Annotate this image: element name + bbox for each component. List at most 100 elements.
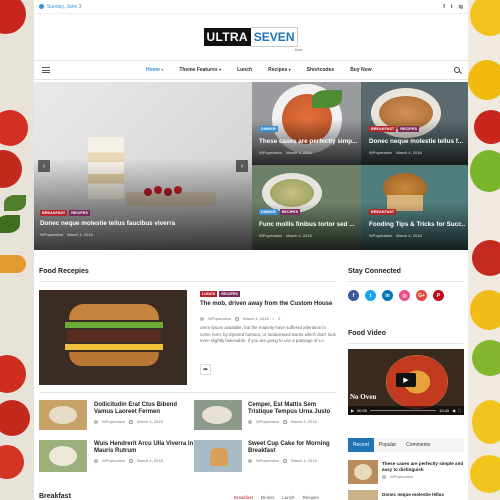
nav-item-buy-now[interactable]: Buy Now bbox=[342, 67, 379, 73]
nav-item-lunch[interactable]: Lunch bbox=[229, 67, 260, 73]
chevron-down-icon: ▾ bbox=[219, 67, 222, 72]
post-author[interactable]: WPoperation bbox=[208, 316, 231, 321]
post-author[interactable]: WPoperation bbox=[259, 150, 282, 155]
hero-main-slide[interactable]: BREAKFAST RECIPES Donec neque molestie t… bbox=[34, 82, 252, 250]
list-post-title[interactable]: Sweet Cup Cake for Morning Breakfast bbox=[248, 441, 342, 455]
post-author[interactable]: WPoperation bbox=[102, 458, 125, 463]
site-logo[interactable]: ULTRA SEVEN food bbox=[203, 27, 302, 52]
filter-tab-dinner[interactable]: Dinner bbox=[261, 495, 274, 500]
category-badge[interactable]: DINNER bbox=[259, 126, 278, 132]
filter-tab-lunch[interactable]: Lunch bbox=[282, 495, 294, 500]
post-thumbnail[interactable] bbox=[194, 400, 242, 430]
nav-item-shortcodes[interactable]: Shortcodes bbox=[299, 67, 343, 73]
logo-seven: SEVEN bbox=[250, 27, 299, 47]
post-thumbnail[interactable] bbox=[348, 460, 378, 484]
category-badge[interactable]: RECIPES bbox=[279, 209, 301, 215]
hamburger-menu-icon[interactable] bbox=[42, 67, 50, 73]
twitter-icon[interactable]: t bbox=[451, 4, 453, 10]
dribbble-icon[interactable]: ◎ bbox=[399, 290, 410, 301]
featured-post-image[interactable] bbox=[39, 290, 187, 385]
linkedin-icon[interactable]: in bbox=[382, 290, 393, 301]
post-author[interactable]: WPoperation bbox=[102, 419, 125, 424]
tab-recent[interactable]: Recent bbox=[348, 438, 374, 452]
logo-ultra: ULTRA bbox=[203, 28, 251, 46]
post-date: March 4, 2018 bbox=[286, 150, 312, 155]
page-container: Sunday, June 3 f t ig ULTRA SEVEN food H… bbox=[34, 0, 468, 500]
list-post-title[interactable]: Wuis Hendrerit Arcu Ulla Viverra In Maur… bbox=[94, 441, 194, 455]
post-author[interactable]: WPoperation bbox=[369, 150, 392, 155]
post-author[interactable]: WPoperation bbox=[256, 419, 279, 424]
nav-item-home[interactable]: Home ▾ bbox=[138, 67, 171, 73]
category-badge[interactable]: RECIPES bbox=[398, 126, 419, 132]
recent-post-title[interactable]: These cases are perfectly simple and eas… bbox=[382, 461, 464, 472]
featured-post-title[interactable]: The mob, driven away from the Custom Hou… bbox=[200, 301, 340, 308]
post-author[interactable]: WPoperation bbox=[369, 233, 392, 238]
recent-post-title[interactable]: Donec neque molestie tellus bbox=[382, 491, 464, 498]
pinterest-icon[interactable]: P bbox=[433, 290, 444, 301]
slider-next-button[interactable]: › bbox=[236, 160, 248, 172]
tab-comments[interactable]: Comments bbox=[401, 438, 464, 452]
category-badge[interactable]: BREAKFAST bbox=[369, 126, 397, 132]
clock-icon bbox=[129, 419, 134, 424]
category-badge[interactable]: BREAKFAST bbox=[369, 209, 397, 215]
video-progress-bar[interactable] bbox=[370, 409, 437, 412]
sidebar-title-stay-connected: Stay Connected bbox=[348, 268, 401, 275]
volume-icon[interactable]: ◀ bbox=[452, 408, 455, 413]
post-author[interactable]: WPoperation bbox=[390, 474, 413, 479]
post-thumbnail[interactable] bbox=[39, 400, 87, 430]
hero-tile-top-right[interactable]: BREAKFAST RECIPES Donec neque molestie t… bbox=[361, 82, 468, 165]
google-plus-icon[interactable]: G+ bbox=[416, 290, 427, 301]
category-badge[interactable]: LUNCH bbox=[200, 291, 218, 297]
play-icon[interactable]: ▶ bbox=[396, 373, 416, 387]
list-post-title[interactable]: Dollicitudin Erat Ctus Bibend Vamus Laor… bbox=[94, 402, 194, 416]
post-date: March 4, 2018 bbox=[291, 419, 317, 424]
list-post-title[interactable]: Cemper, Est Mattis Sem Tristique Tempus … bbox=[248, 402, 342, 416]
clock-icon bbox=[235, 316, 240, 321]
tab-popular[interactable]: Popular bbox=[373, 438, 402, 452]
play-icon[interactable]: ▶ bbox=[351, 408, 354, 413]
current-date: Sunday, June 3 bbox=[39, 4, 81, 10]
logo-tagline: food bbox=[294, 47, 303, 52]
hero-tile-top-mid[interactable]: DINNER These cases are perfectly simp...… bbox=[252, 82, 361, 165]
post-thumbnail[interactable] bbox=[348, 490, 378, 500]
instagram-icon[interactable]: ig bbox=[459, 4, 463, 10]
facebook-icon[interactable]: f bbox=[443, 4, 445, 10]
hero-grid: BREAKFAST RECIPES Donec neque molestie t… bbox=[34, 82, 468, 250]
section-title-breakfast: Breakfast bbox=[39, 493, 71, 500]
nav-item-recipes[interactable]: Recipes ▾ bbox=[260, 67, 299, 73]
hero-tile-title[interactable]: Donec neque molestie tellus f... bbox=[369, 138, 465, 145]
post-author[interactable]: WPoperation bbox=[259, 233, 282, 238]
post-thumbnail[interactable] bbox=[39, 440, 87, 472]
category-badge[interactable]: RECIPES bbox=[219, 291, 240, 297]
hero-tile-bottom-right[interactable]: BREAKFAST Fooding Tips & Tricks for Succ… bbox=[361, 165, 468, 250]
filter-tab-breakfast[interactable]: Breakfast bbox=[234, 495, 253, 500]
author-avatar bbox=[94, 419, 98, 424]
hero-tile-title[interactable]: These cases are perfectly simp... bbox=[259, 138, 357, 145]
category-badge[interactable]: RECIPES bbox=[69, 210, 90, 216]
twitter-icon[interactable]: t bbox=[365, 290, 376, 301]
post-author[interactable]: WPoperation bbox=[40, 232, 63, 237]
post-thumbnail[interactable] bbox=[194, 440, 242, 472]
share-icon[interactable]: ➦ bbox=[200, 364, 211, 375]
video-player[interactable]: ▶ No Oven ▶ 00:00 10:40 ◀ ⛶ bbox=[348, 349, 464, 415]
filter-tab-recipes[interactable]: Recipes bbox=[303, 495, 319, 500]
comment-count[interactable]: 0 bbox=[278, 316, 280, 321]
hero-tile-bottom-mid[interactable]: DINNER RECIPES Func mollis finibus torto… bbox=[252, 165, 361, 250]
facebook-icon[interactable]: f bbox=[348, 290, 359, 301]
post-author[interactable]: WPoperation bbox=[256, 458, 279, 463]
top-bar: Sunday, June 3 f t ig bbox=[34, 0, 468, 14]
category-badge[interactable]: BREAKFAST bbox=[40, 210, 68, 216]
slider-prev-button[interactable]: ‹ bbox=[38, 160, 50, 172]
category-badge[interactable]: DINNER bbox=[259, 209, 278, 215]
hero-tile-title[interactable]: Fooding Tips & Tricks for Succ... bbox=[369, 221, 465, 228]
clock-icon bbox=[283, 458, 288, 463]
hero-tile-title[interactable]: Func mollis finibus tortor sed ... bbox=[259, 221, 357, 228]
section-divider bbox=[39, 281, 336, 282]
author-avatar bbox=[200, 316, 204, 321]
search-icon[interactable] bbox=[454, 67, 460, 73]
post-date: March 4, 2018 bbox=[291, 458, 317, 463]
fullscreen-icon[interactable]: ⛶ bbox=[458, 408, 461, 413]
nav-item-theme-features[interactable]: Theme Features ▾ bbox=[171, 67, 229, 73]
sidebar-tabs: Recent Popular Comments bbox=[348, 438, 464, 452]
hero-main-title[interactable]: Donec neque molestie tellus faucibus viv… bbox=[40, 220, 240, 227]
